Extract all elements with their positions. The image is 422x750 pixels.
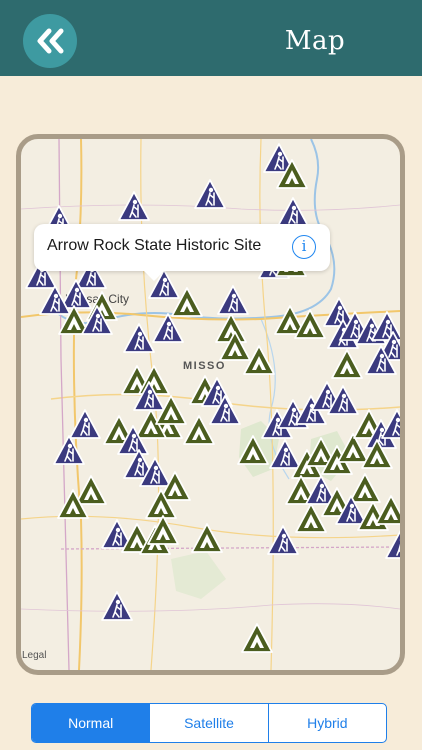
location-callout[interactable]: Arrow Rock State Historic Site i — [34, 224, 330, 271]
hiker-icon[interactable] — [194, 179, 226, 209]
map-type-hybrid[interactable]: Hybrid — [269, 704, 386, 742]
header-bar: Map — [0, 0, 422, 76]
hiker-icon[interactable] — [277, 197, 309, 227]
hiker-icon[interactable] — [217, 285, 249, 315]
info-icon[interactable]: i — [292, 235, 316, 259]
hiker-icon[interactable] — [385, 529, 400, 559]
callout-pointer — [143, 270, 165, 281]
map-type-satellite[interactable]: Satellite — [150, 704, 269, 742]
tent-icon[interactable] — [349, 473, 381, 503]
map-type-selector[interactable]: Normal Satellite Hybrid — [31, 703, 387, 743]
map-canvas[interactable]: Kansas City MISSO — [21, 139, 400, 670]
hiker-icon[interactable] — [381, 409, 400, 439]
hiker-icon[interactable] — [101, 591, 133, 621]
map-type-normal[interactable]: Normal — [32, 704, 151, 742]
map-view[interactable]: Kansas City MISSO — [16, 134, 405, 675]
double-chevron-left-icon — [37, 28, 64, 54]
back-button[interactable] — [23, 14, 77, 68]
tent-icon[interactable] — [183, 415, 215, 445]
page-title: Map — [284, 26, 346, 56]
tent-icon[interactable] — [75, 475, 107, 505]
hiker-icon[interactable] — [118, 191, 150, 221]
tent-icon[interactable] — [295, 503, 327, 533]
tent-icon[interactable] — [331, 349, 363, 379]
hiker-icon[interactable] — [267, 525, 299, 555]
tent-icon[interactable] — [241, 623, 273, 653]
hiker-icon[interactable] — [53, 435, 85, 465]
legal-link[interactable]: Legal — [22, 650, 46, 661]
callout-title: Arrow Rock State Historic Site — [47, 237, 262, 254]
hiker-icon[interactable] — [123, 323, 155, 353]
map-label-state: MISSO — [183, 360, 226, 372]
